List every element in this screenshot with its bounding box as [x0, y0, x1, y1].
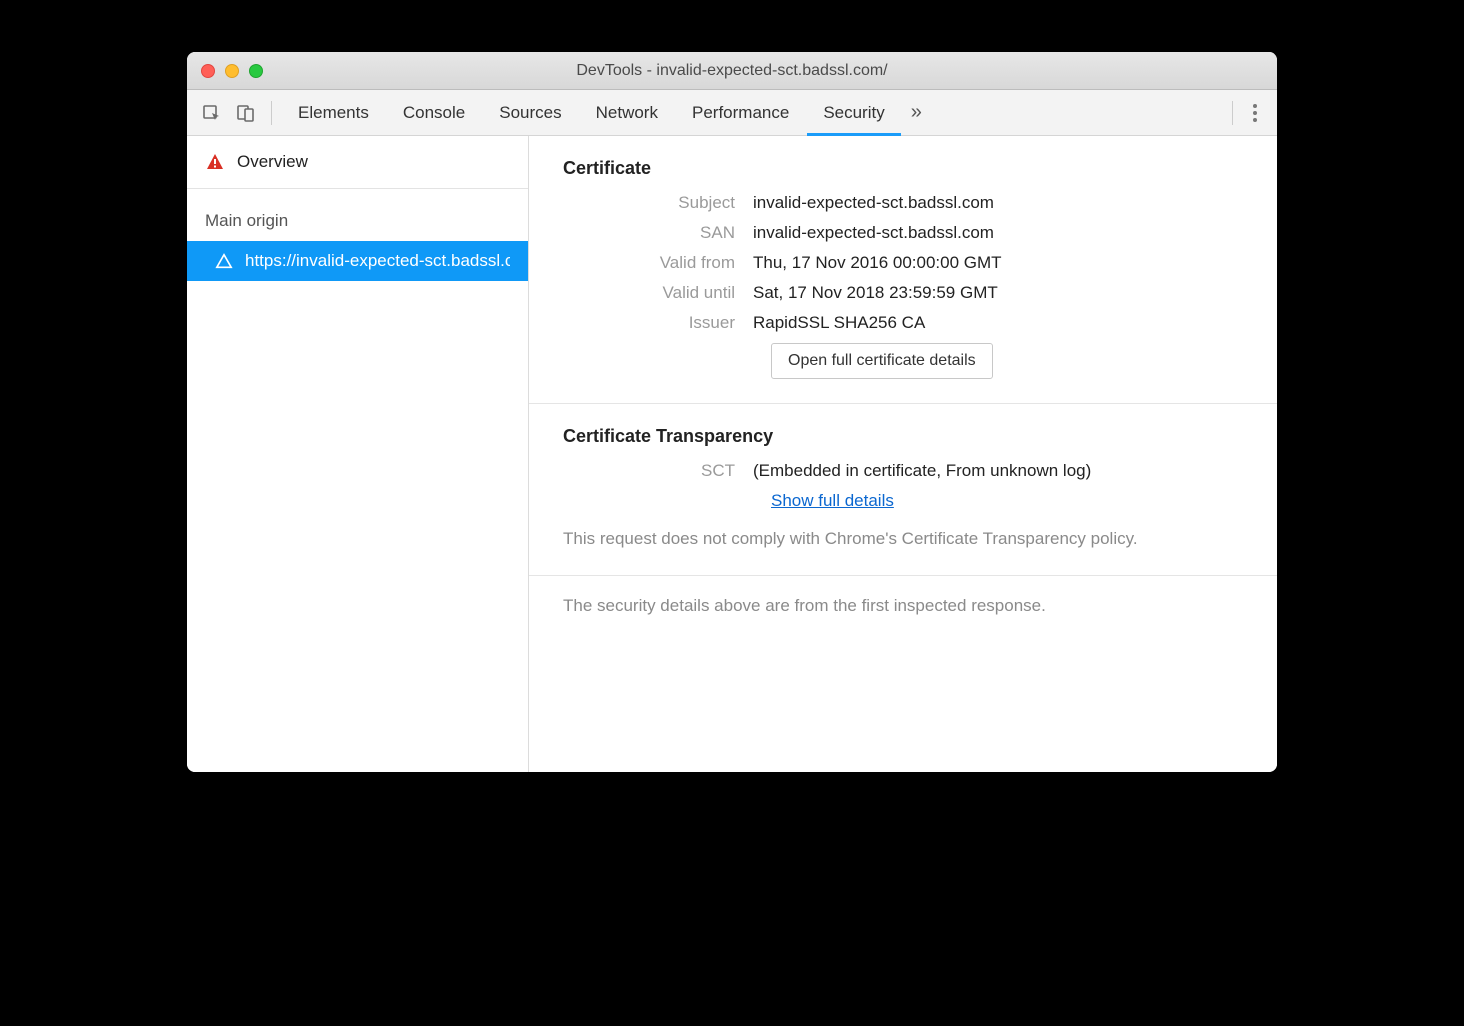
panel-body: Overview Main origin https://invalid-exp…	[187, 136, 1277, 772]
show-full-details-link[interactable]: Show full details	[771, 491, 894, 510]
tab-network[interactable]: Network	[580, 91, 674, 135]
inspect-element-icon[interactable]	[197, 98, 227, 128]
cert-value: invalid-expected-sct.badssl.com	[753, 223, 994, 243]
device-toggle-icon[interactable]	[231, 98, 261, 128]
window-controls	[187, 64, 263, 78]
devtools-window: DevTools - invalid-expected-sct.badssl.c…	[187, 52, 1277, 772]
cert-row-san: SAN invalid-expected-sct.badssl.com	[563, 223, 1243, 243]
tab-security[interactable]: Security	[807, 91, 900, 135]
tab-elements[interactable]: Elements	[282, 91, 385, 135]
kebab-menu-icon[interactable]	[1243, 104, 1267, 122]
cert-key: Issuer	[563, 313, 753, 333]
footer-note: The security details above are from the …	[529, 576, 1277, 636]
cert-key: Subject	[563, 193, 753, 213]
certificate-heading: Certificate	[563, 158, 1243, 179]
security-sidebar: Overview Main origin https://invalid-exp…	[187, 136, 529, 772]
cert-row-valid-from: Valid from Thu, 17 Nov 2016 00:00:00 GMT	[563, 253, 1243, 273]
toolbar-separator	[1232, 101, 1233, 125]
tab-performance[interactable]: Performance	[676, 91, 805, 135]
toolbar-separator	[271, 101, 272, 125]
ct-value: (Embedded in certificate, From unknown l…	[753, 461, 1091, 481]
ct-heading: Certificate Transparency	[563, 426, 1243, 447]
ct-section: Certificate Transparency SCT (Embedded i…	[529, 404, 1277, 576]
cert-value: RapidSSL SHA256 CA	[753, 313, 925, 333]
cert-row-valid-until: Valid until Sat, 17 Nov 2018 23:59:59 GM…	[563, 283, 1243, 303]
zoom-window-button[interactable]	[249, 64, 263, 78]
cert-row-issuer: Issuer RapidSSL SHA256 CA	[563, 313, 1243, 333]
cert-key: SAN	[563, 223, 753, 243]
titlebar: DevTools - invalid-expected-sct.badssl.c…	[187, 52, 1277, 90]
sidebar-overview[interactable]: Overview	[187, 136, 528, 189]
sidebar-section-main-origin: Main origin	[187, 189, 528, 241]
security-details-pane: Certificate Subject invalid-expected-sct…	[529, 136, 1277, 772]
devtools-tabs: Elements Console Sources Network Perform…	[282, 91, 1222, 135]
tab-console[interactable]: Console	[387, 91, 481, 135]
ct-key: SCT	[563, 461, 753, 481]
cert-value: Thu, 17 Nov 2016 00:00:00 GMT	[753, 253, 1002, 273]
window-title: DevTools - invalid-expected-sct.badssl.c…	[187, 62, 1277, 80]
open-certificate-details-button[interactable]: Open full certificate details	[771, 343, 993, 379]
ct-row-sct: SCT (Embedded in certificate, From unkno…	[563, 461, 1243, 481]
cert-value: invalid-expected-sct.badssl.com	[753, 193, 994, 213]
certificate-section: Certificate Subject invalid-expected-sct…	[529, 136, 1277, 404]
sidebar-overview-label: Overview	[237, 152, 308, 172]
minimize-window-button[interactable]	[225, 64, 239, 78]
warning-triangle-icon	[205, 152, 225, 172]
sidebar-origin-item[interactable]: https://invalid-expected-sct.badssl.com	[187, 241, 528, 281]
cert-row-subject: Subject invalid-expected-sct.badssl.com	[563, 193, 1243, 213]
cert-key: Valid from	[563, 253, 753, 273]
cert-value: Sat, 17 Nov 2018 23:59:59 GMT	[753, 283, 998, 303]
sidebar-origin-label: https://invalid-expected-sct.badssl.com	[245, 251, 510, 271]
devtools-toolbar: Elements Console Sources Network Perform…	[187, 90, 1277, 136]
warning-outline-icon	[215, 252, 233, 270]
ct-compliance-note: This request does not comply with Chrome…	[563, 527, 1243, 551]
cert-key: Valid until	[563, 283, 753, 303]
close-window-button[interactable]	[201, 64, 215, 78]
tab-sources[interactable]: Sources	[483, 91, 577, 135]
more-tabs-button[interactable]: »	[903, 101, 930, 124]
